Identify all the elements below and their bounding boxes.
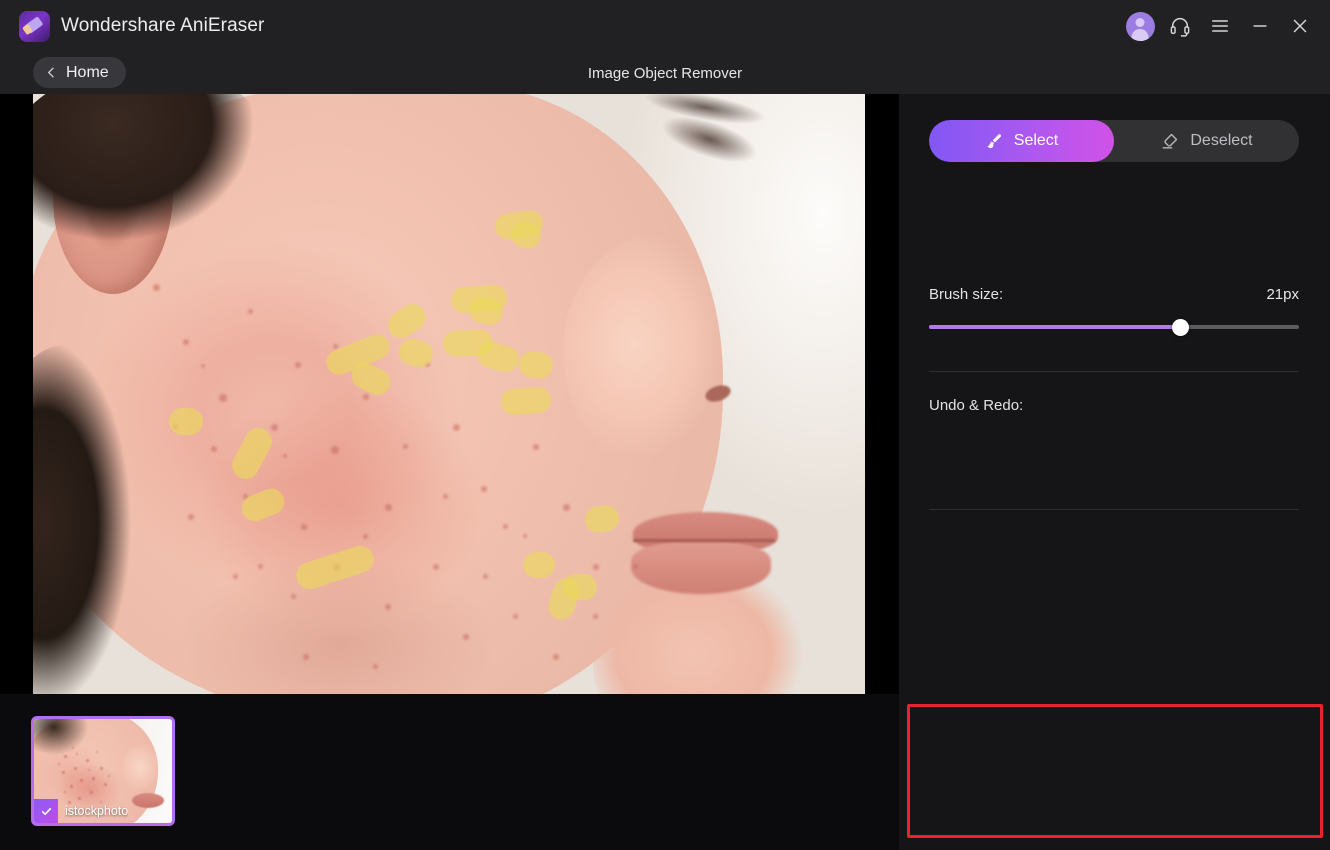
thumbnail-checkbox[interactable]: [34, 799, 58, 823]
image-canvas[interactable]: [0, 94, 899, 694]
page-title: Image Object Remover: [587, 64, 743, 82]
title-bar: Wondershare AniEraser: [0, 0, 1330, 52]
account-button[interactable]: [1120, 0, 1160, 52]
app-brand: Wondershare AniEraser: [19, 10, 265, 42]
brush-size-slider[interactable]: [929, 319, 1299, 336]
thumbnail-label-row: istockphoto: [34, 799, 134, 823]
deselect-mode-button[interactable]: Deselect: [1114, 120, 1299, 162]
chevron-left-icon: [47, 67, 54, 78]
eraser-logo-icon: [19, 10, 50, 42]
close-button[interactable]: [1280, 0, 1320, 52]
headset-icon: [1170, 18, 1190, 37]
window-controls: [1120, 0, 1330, 52]
eraser-icon: [1163, 133, 1178, 149]
app-window: Wondershare AniEraser Image Object Remov…: [0, 0, 1330, 850]
minimize-icon: [1253, 25, 1267, 27]
select-mode-toggle: Select Deselect: [929, 120, 1299, 162]
divider-bottom: [929, 509, 1299, 510]
close-icon: [1293, 19, 1307, 33]
deselect-mode-label: Deselect: [1190, 132, 1253, 149]
divider-top: [929, 371, 1299, 372]
tools-panel: Select Deselect Brush size: 21px Undo & …: [899, 94, 1330, 850]
slider-fill: [929, 325, 1181, 329]
app-title: Wondershare AniEraser: [61, 15, 265, 36]
home-button[interactable]: Home: [33, 57, 126, 88]
history-label: Undo & Redo:: [929, 397, 1024, 414]
minimize-button[interactable]: [1240, 0, 1280, 52]
home-button-label: Home: [66, 63, 109, 81]
select-mode-button[interactable]: Select: [929, 120, 1114, 162]
thumbnail-filename: istockphoto: [65, 804, 129, 818]
sub-header: Image Object Remover Home: [0, 52, 1330, 94]
hamburger-menu-icon: [1212, 20, 1228, 32]
user-avatar-icon: [1125, 11, 1155, 41]
check-icon: [41, 807, 51, 815]
menu-button[interactable]: [1200, 0, 1240, 52]
thumbnail-item[interactable]: istockphoto: [31, 716, 175, 826]
brush-icon: [987, 133, 1001, 148]
source-photo[interactable]: [33, 94, 865, 694]
brush-selection-marks[interactable]: [33, 94, 865, 694]
support-button[interactable]: [1160, 0, 1200, 52]
select-mode-label: Select: [1013, 132, 1059, 149]
filmstrip: istockphoto: [0, 694, 899, 850]
slider-knob[interactable]: [1172, 319, 1189, 336]
brush-size-value: 21px: [1266, 286, 1299, 303]
